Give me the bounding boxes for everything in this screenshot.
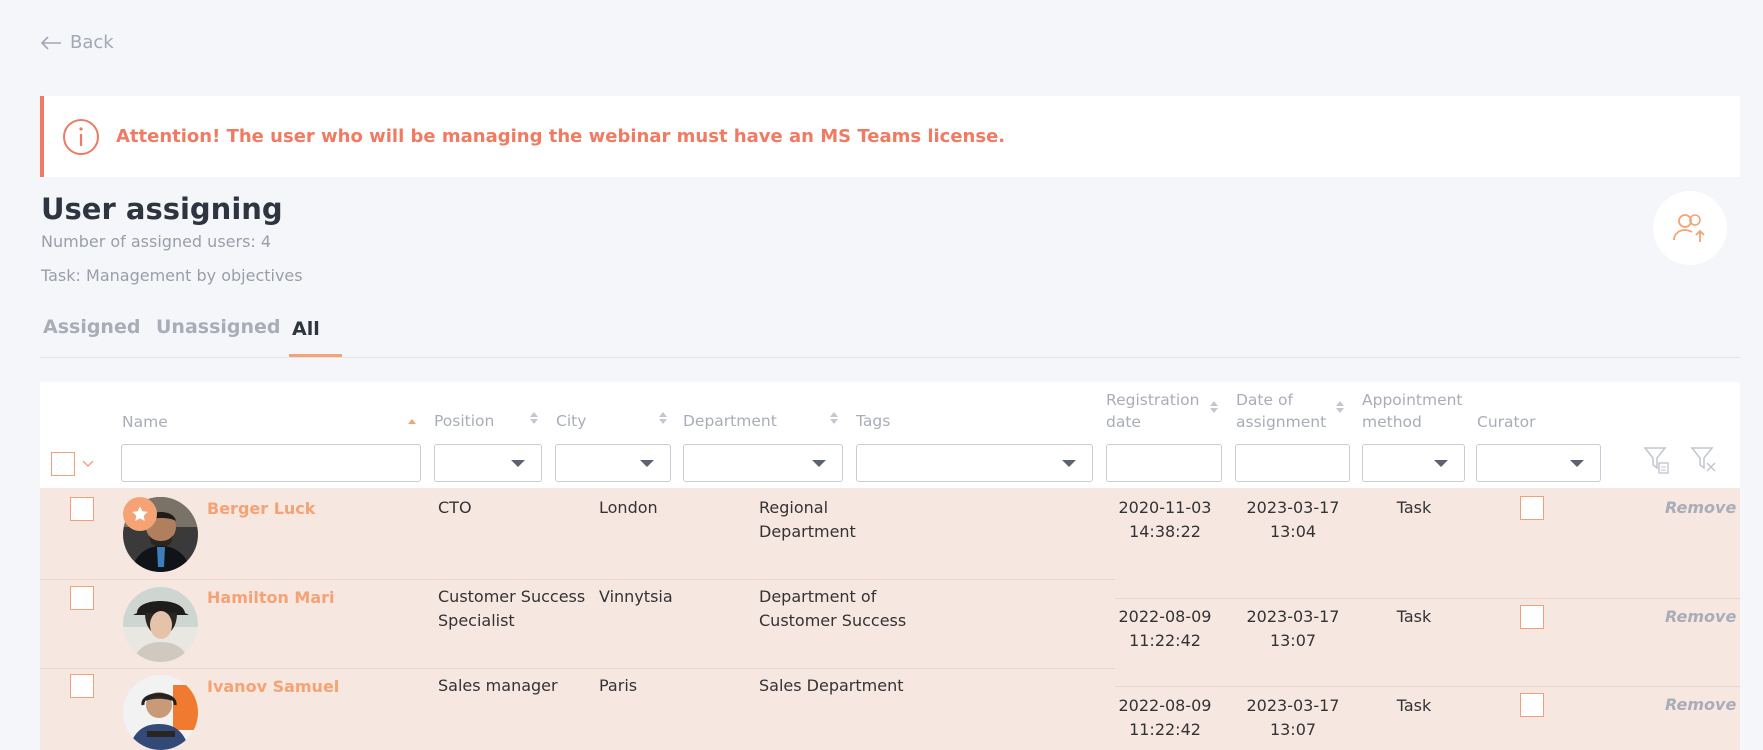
curator-filter-select[interactable] [1476, 444, 1601, 482]
column-header-position[interactable]: Position [434, 410, 494, 432]
department-cell: Regional Department [759, 498, 856, 541]
tags-filter-select[interactable] [856, 444, 1093, 482]
filter-clear-icon[interactable] [1690, 445, 1718, 475]
appointment-method-cell: Task [1396, 607, 1432, 626]
assignment-date-cell: 2023-03-17 13:04 [1246, 498, 1340, 541]
sort-icon[interactable] [1209, 400, 1219, 414]
info-icon [63, 118, 99, 155]
department-cell: Department of Customer Success [759, 587, 907, 630]
sort-icon[interactable] [529, 411, 539, 425]
user-name-link[interactable]: Ivanov Samuel [207, 677, 339, 696]
position-cell: Sales manager [438, 676, 558, 695]
column-header-city[interactable]: City [556, 410, 586, 432]
appointment-method-filter-select[interactable] [1362, 444, 1465, 482]
assign-users-button[interactable] [1653, 191, 1727, 265]
city-cell: Paris [599, 676, 638, 695]
city-filter-select[interactable] [555, 444, 671, 482]
sort-asc-icon[interactable] [407, 415, 417, 429]
remove-button[interactable]: Remove [1665, 607, 1736, 626]
registration-date-cell: 2022-08-09 11:22:42 [1118, 607, 1212, 650]
back-link[interactable]: Back [40, 32, 114, 53]
position-filter-select[interactable] [434, 444, 542, 482]
curator-checkbox[interactable] [1520, 496, 1544, 520]
tab-assigned[interactable]: Assigned [43, 316, 140, 338]
column-header-date-of-assignment[interactable]: Date of assignment [1236, 389, 1326, 433]
tab-unassigned[interactable]: Unassigned [156, 316, 281, 338]
column-header-tags: Tags [856, 412, 891, 430]
assignment-date-cell: 2023-03-17 13:07 [1246, 607, 1340, 650]
position-cell: Customer Success Specialist [438, 587, 586, 630]
chevron-down-icon[interactable] [82, 460, 94, 468]
avatar [123, 587, 198, 662]
position-cell: CTO [438, 498, 472, 517]
appointment-method-cell: Task [1396, 498, 1432, 517]
filter-apply-icon[interactable] [1643, 445, 1671, 475]
department-filter-select[interactable] [683, 444, 843, 482]
avatar [123, 675, 198, 750]
city-cell: London [599, 498, 658, 517]
back-label: Back [70, 32, 114, 53]
user-name-link[interactable]: Berger Luck [207, 499, 315, 518]
row-checkbox[interactable] [70, 497, 94, 521]
registration-date-filter[interactable] [1106, 444, 1222, 482]
tab-all[interactable]: All [292, 318, 320, 340]
select-all-checkbox[interactable] [51, 452, 75, 476]
name-filter-input[interactable] [121, 444, 421, 482]
remove-button[interactable]: Remove [1665, 695, 1736, 714]
page-title: User assigning [41, 192, 283, 226]
row-divider [1115, 598, 1740, 599]
city-cell: Vinnytsia [599, 587, 673, 606]
table-body: Berger Luck CTO London Regional Departme… [40, 488, 1740, 750]
column-header-name[interactable]: Name [122, 411, 168, 433]
tab-bar: Assigned Unassigned All [40, 306, 1740, 358]
appointment-method-cell: Task [1396, 696, 1432, 715]
attention-alert: Attention! The user who will be managing… [40, 96, 1740, 177]
curator-checkbox[interactable] [1520, 693, 1544, 717]
column-header-appointment-method: Appointment method [1362, 391, 1463, 431]
users-upload-icon [1673, 214, 1705, 242]
row-checkbox[interactable] [70, 586, 94, 610]
users-table: Name Position City Department Tags Regis… [40, 382, 1740, 750]
assigned-count: Number of assigned users: 4 [41, 232, 272, 251]
arrow-left-icon [40, 35, 61, 50]
registration-date-cell: 2022-08-09 11:22:42 [1118, 696, 1212, 739]
task-name: Task: Management by objectives [41, 266, 303, 285]
star-badge-icon [123, 497, 157, 531]
user-name-link[interactable]: Hamilton Mari [207, 588, 335, 607]
row-divider [1115, 686, 1740, 687]
sort-icon[interactable] [829, 411, 839, 425]
row-divider [40, 668, 1115, 669]
department-cell: Sales Department [759, 676, 904, 695]
column-header-curator: Curator [1477, 413, 1536, 431]
registration-date-cell: 2020-11-03 14:38:22 [1118, 498, 1212, 541]
row-checkbox[interactable] [70, 674, 94, 698]
remove-button[interactable]: Remove [1665, 498, 1736, 517]
curator-checkbox[interactable] [1520, 605, 1544, 629]
assignment-date-filter[interactable] [1235, 444, 1350, 482]
column-header-department[interactable]: Department [683, 410, 777, 432]
active-tab-indicator [289, 354, 342, 357]
row-divider [40, 579, 1115, 580]
column-header-registration-date[interactable]: Registration date [1106, 389, 1199, 433]
sort-icon[interactable] [658, 411, 668, 425]
sort-icon[interactable] [1335, 400, 1345, 414]
alert-message: Attention! The user who will be managing… [116, 126, 1006, 147]
assignment-date-cell: 2023-03-17 13:07 [1246, 696, 1340, 739]
